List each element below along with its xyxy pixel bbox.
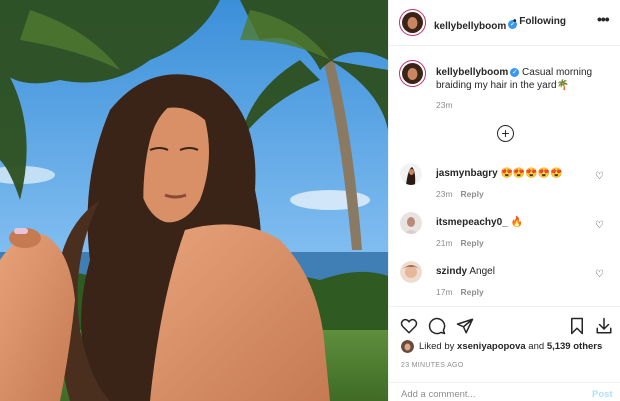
following-button[interactable]: • Following (513, 16, 566, 27)
author-name-row: kellybellyboom ✓ (434, 16, 518, 34)
post-timestamp[interactable]: 23 MINUTES AGO (401, 362, 464, 369)
comment-item: jasmynbagry 😍😍😍😍😍 23m Reply ♡ (399, 163, 614, 203)
post-action-bar (389, 306, 620, 346)
commenter-avatar-image (400, 261, 422, 283)
comment-item: szindy Angel 17m Reply ♡ (399, 261, 614, 301)
reply-button[interactable]: Reply (461, 189, 484, 199)
reply-button[interactable]: Reply (461, 287, 484, 297)
commenter-avatar-image (400, 212, 422, 234)
verified-badge-icon: ✓ (510, 67, 520, 77)
comment-time[interactable]: 21m (436, 238, 453, 248)
download-icon[interactable] (595, 317, 613, 335)
add-comment-input[interactable]: Add a comment... (401, 389, 475, 400)
comment-meta: 23m Reply (436, 189, 484, 199)
commenter-avatar[interactable] (400, 163, 422, 185)
comment-text: 😍😍😍😍😍 (500, 168, 563, 179)
likes-text: Liked by xseniyapopova and 5,139 others (419, 341, 602, 352)
comment-time[interactable]: 23m (436, 189, 453, 199)
caption-time[interactable]: 23m (436, 100, 453, 110)
post-photo-illustration (0, 0, 388, 401)
author-avatar[interactable] (399, 9, 426, 36)
comment-item: itsmepeachy0_ 🔥 21m Reply ♡ (399, 212, 614, 252)
likes-middle: and (525, 341, 547, 352)
commenter-avatar[interactable] (400, 261, 422, 283)
heart-icon[interactable] (400, 317, 418, 335)
caption-text: kellybellyboom ✓ Casual morning braiding … (436, 66, 614, 92)
comment-username[interactable]: szindy (436, 266, 467, 277)
likes-prefix: Liked by (419, 341, 458, 352)
following-label: Following (519, 16, 566, 27)
post-image[interactable] (0, 0, 388, 401)
comment-like-heart-icon[interactable]: ♡ (595, 220, 604, 231)
add-comment-bar: Add a comment... Post (389, 382, 620, 401)
comment-username[interactable]: itsmepeachy0_ (436, 217, 508, 228)
comment-username[interactable]: jasmynbagry (436, 168, 498, 179)
bookmark-icon[interactable] (568, 317, 586, 335)
comment-time[interactable]: 17m (436, 287, 453, 297)
comment-meta: 21m Reply (436, 238, 484, 248)
comment-icon[interactable] (428, 317, 446, 335)
post-side-panel: kellybellyboom ✓ • Following ••• kellybel… (388, 0, 620, 401)
likes-count[interactable]: 5,139 others (547, 341, 602, 352)
commenter-avatar[interactable] (400, 212, 422, 234)
author-username[interactable]: kellybellyboom (434, 21, 506, 32)
author-avatar-image (401, 11, 423, 33)
comment-text: 🔥 (510, 217, 523, 228)
comment-text: Angel (469, 266, 495, 277)
comment-body: szindy Angel (436, 266, 495, 277)
caption-avatar-image (401, 62, 423, 84)
comment-body: itsmepeachy0_ 🔥 (436, 217, 523, 228)
load-more-comments-icon[interactable]: + (497, 125, 514, 142)
caption-avatar[interactable] (399, 60, 426, 87)
reply-button[interactable]: Reply (461, 238, 484, 248)
comment-like-heart-icon[interactable]: ♡ (595, 269, 604, 280)
comment-like-heart-icon[interactable]: ♡ (595, 171, 604, 182)
liker-avatar[interactable] (401, 340, 414, 353)
post-header: kellybellyboom ✓ • Following ••• (389, 0, 620, 46)
post-comment-button[interactable]: Post (592, 389, 613, 400)
caption-username[interactable]: kellybellyboom (436, 67, 508, 78)
more-options-icon[interactable]: ••• (597, 12, 610, 26)
comment-meta: 17m Reply (436, 287, 484, 297)
comment-body: jasmynbagry 😍😍😍😍😍 (436, 168, 563, 179)
liker-username[interactable]: xseniyapopova (457, 341, 526, 352)
send-icon[interactable] (456, 317, 474, 335)
commenter-avatar-image (400, 163, 422, 185)
liker-avatar-image (401, 340, 414, 353)
